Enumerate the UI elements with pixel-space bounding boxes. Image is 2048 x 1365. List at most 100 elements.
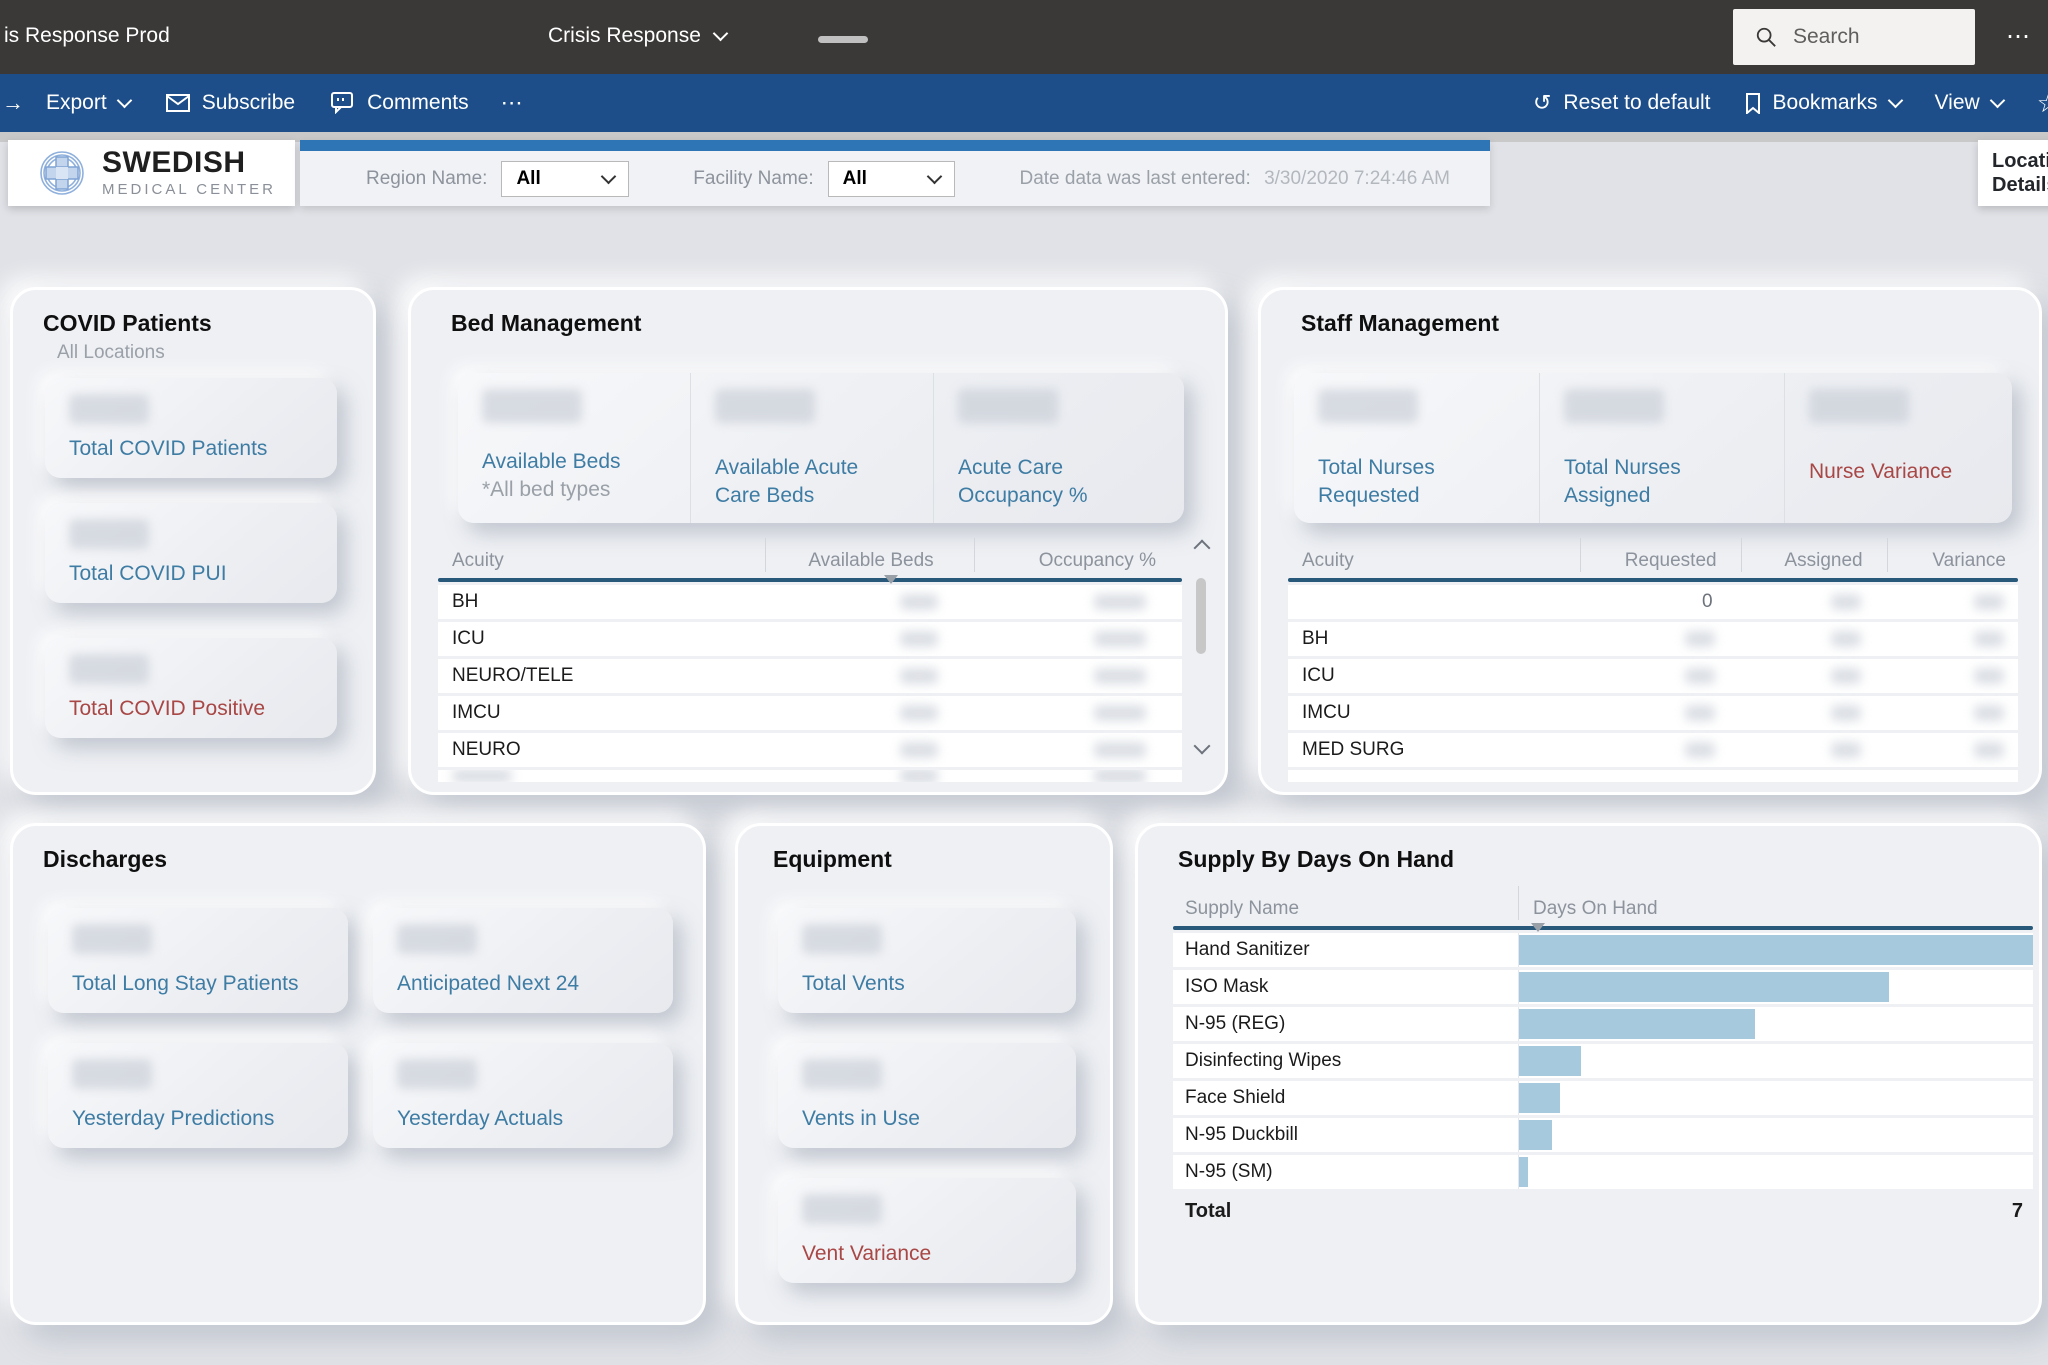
workspace-name: is Response Prod — [4, 24, 170, 47]
redacted-value — [1093, 705, 1146, 721]
redacted-value — [802, 1194, 882, 1224]
redacted-value — [899, 594, 938, 610]
panel-title: Staff Management — [1301, 310, 1500, 336]
redacted-value — [482, 389, 582, 423]
data-bar — [1519, 1083, 1561, 1113]
redacted-value — [1973, 742, 2004, 758]
staff-table-header[interactable]: Acuity Requested Assigned Variance — [1288, 538, 2018, 578]
equipment-panel: Equipment Total Vents Vents in Use Vent … — [735, 823, 1113, 1325]
table-row[interactable]: MED SURG — [1288, 733, 2018, 767]
table-row[interactable]: NEURO/TELE — [438, 659, 1182, 693]
undo-icon: ↺ — [1532, 90, 1552, 115]
redacted-value — [1830, 705, 1861, 721]
app-title-bar: is Response Prod Crisis Response Search … — [0, 0, 2048, 74]
table-row[interactable]: BH — [438, 585, 1182, 619]
panel-title: Equipment — [773, 846, 892, 872]
report-title-menu[interactable]: Crisis Response — [548, 24, 768, 48]
region-dropdown[interactable]: All — [501, 160, 630, 197]
supply-row[interactable]: Disinfecting Wipes — [1173, 1044, 2033, 1078]
swedish-logo-icon — [40, 151, 84, 195]
sort-descending-icon — [1531, 923, 1545, 932]
bed-table-header[interactable]: Acuity Available Beds Occupancy % — [438, 538, 1182, 584]
table-row[interactable]: IMCU — [438, 696, 1182, 730]
supply-row[interactable]: ISO Mask — [1173, 970, 2033, 1004]
redacted-value — [1973, 594, 2004, 610]
scroll-up-icon[interactable] — [1193, 539, 1211, 557]
table-row[interactable]: NEURO — [438, 733, 1182, 767]
view-button[interactable]: View — [1935, 91, 2005, 115]
table-row-clipped — [438, 770, 1182, 782]
redacted-value — [899, 770, 938, 782]
redacted-value — [1093, 742, 1146, 758]
table-row[interactable]: ICU — [1288, 659, 2018, 693]
table-row[interactable]: ICU — [438, 622, 1182, 656]
window-drag-handle — [818, 36, 868, 43]
subscribe-button[interactable]: Subscribe — [165, 91, 295, 115]
supply-days-on-hand-panel: Supply By Days On Hand Supply Name Days … — [1135, 823, 2042, 1325]
logo-line1: SWEDISH — [102, 146, 246, 179]
scroll-down-icon[interactable] — [1193, 737, 1211, 755]
kpi-total-nurses-assigned: Total Nurses Assigned — [1539, 373, 1784, 523]
location-details-button[interactable]: Location Details — [1978, 140, 2048, 206]
more-options-icon[interactable]: ⋯ — [2006, 22, 2032, 51]
panel-subtitle: All Locations — [57, 342, 165, 363]
nav-arrow[interactable]: → — [2, 92, 24, 114]
favorite-button[interactable]: ☆ — [2037, 90, 2048, 116]
redacted-value — [1830, 631, 1861, 647]
bookmark-icon — [1745, 92, 1760, 114]
table-row[interactable]: 0 — [1288, 585, 2018, 619]
table-row[interactable]: IMCU — [1288, 696, 2018, 730]
reset-to-default-button[interactable]: ↺ Reset to default — [1533, 91, 1711, 115]
facility-label: Facility Name: — [693, 167, 814, 189]
supply-row[interactable]: N-95 (SM) — [1173, 1155, 2033, 1189]
panel-title: Bed Management — [451, 310, 642, 336]
kpi-yesterday-actuals: Yesterday Actuals — [373, 1043, 673, 1148]
table-row-clipped — [1288, 770, 2018, 782]
kpi-note: *All bed types — [482, 477, 611, 501]
redacted-value — [1684, 631, 1715, 647]
data-bar — [1519, 935, 2033, 965]
chevron-down-icon — [712, 25, 729, 42]
kpi-total-nurses-requested: Total Nurses Requested — [1294, 373, 1539, 523]
bookmarks-button[interactable]: Bookmarks — [1745, 91, 1903, 115]
redacted-value — [1684, 705, 1715, 721]
staff-management-panel: Staff Management Total Nurses Requested … — [1258, 287, 2042, 795]
export-button[interactable]: Export — [46, 91, 132, 115]
comment-icon — [331, 92, 354, 114]
search-placeholder: Search — [1793, 25, 1860, 48]
redacted-value — [69, 519, 149, 549]
crisis-response-dashboard: { "titlebar": { "app_name": "is Response… — [0, 0, 2048, 1365]
star-icon: ☆ — [2037, 90, 2048, 116]
redacted-value — [899, 668, 938, 684]
redacted-value — [397, 1059, 477, 1089]
scroll-thumb[interactable] — [1196, 578, 1206, 654]
data-bar — [1519, 1157, 1528, 1187]
redacted-value — [1318, 389, 1418, 423]
redacted-value — [1973, 668, 2004, 684]
kpi-nurse-variance: Nurse Variance — [1784, 373, 2012, 523]
supply-row[interactable]: N-95 (REG) — [1173, 1007, 2033, 1041]
chevron-down-icon — [1887, 92, 1903, 109]
kpi-vent-variance: Vent Variance — [778, 1178, 1076, 1283]
toolbar-more-icon[interactable]: ⋯ — [501, 92, 523, 114]
data-bar — [1519, 972, 1890, 1002]
kpi-vents-in-use: Vents in Use — [778, 1043, 1076, 1148]
panel-title: Supply By Days On Hand — [1178, 846, 1455, 872]
supply-total-row: Total 7 — [1173, 1193, 2033, 1229]
facility-dropdown[interactable]: All — [827, 160, 956, 197]
redacted-value — [1684, 668, 1715, 684]
redacted-value — [1830, 594, 1861, 610]
supply-table-header[interactable]: Supply Name Days On Hand — [1173, 876, 2033, 932]
supply-row[interactable]: Face Shield — [1173, 1081, 2033, 1115]
comments-button[interactable]: Comments — [331, 91, 469, 115]
panel-title: Discharges — [43, 846, 168, 872]
staff-kpi-strip: Total Nurses Requested Total Nurses Assi… — [1294, 373, 2012, 523]
supply-row[interactable]: N-95 Duckbill — [1173, 1118, 2033, 1152]
redacted-value — [1830, 668, 1861, 684]
search-input[interactable]: Search — [1733, 9, 1975, 65]
redacted-value — [1809, 389, 1909, 423]
supply-row[interactable]: Hand Sanitizer — [1173, 933, 2033, 967]
redacted-value — [1830, 742, 1861, 758]
table-row[interactable]: BH — [1288, 622, 2018, 656]
table-scrollbar[interactable] — [1193, 539, 1211, 770]
